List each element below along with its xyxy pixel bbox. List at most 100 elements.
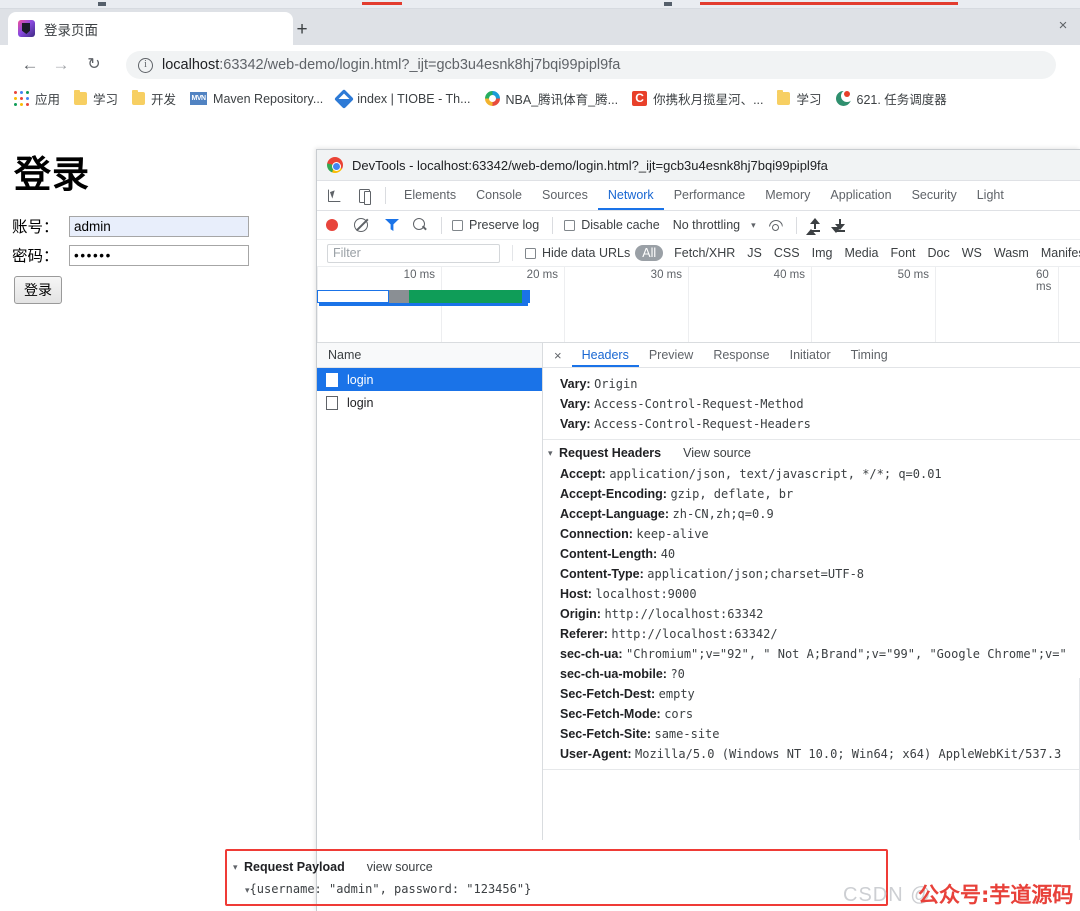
- header-value: Access-Control-Request-Method: [594, 397, 804, 411]
- bookmark-nba[interactable]: NBA_腾讯体育_腾...: [484, 89, 618, 108]
- request-payload-body: {username: "admin", password: "123456"}: [249, 882, 532, 896]
- header-value: localhost:9000: [595, 587, 697, 601]
- type-filter-font[interactable]: Font: [890, 246, 915, 260]
- close-icon[interactable]: ×: [1055, 18, 1071, 34]
- header-row: Sec-Fetch-Mode: cors: [543, 704, 1080, 724]
- inspect-element-icon[interactable]: [323, 184, 347, 208]
- search-icon[interactable]: [413, 218, 427, 232]
- tab-elements[interactable]: Elements: [394, 181, 466, 210]
- tab-performance[interactable]: Performance: [664, 181, 756, 210]
- type-filter-js[interactable]: JS: [747, 246, 762, 260]
- request-payload-title-row[interactable]: ▾ Request Payload view source: [228, 857, 888, 878]
- header-row: sec-ch-ua: "Chromium";v="92", " Not A;Br…: [543, 644, 1080, 664]
- chrome-logo-icon: [327, 157, 343, 173]
- password-label: 密码：: [12, 247, 59, 265]
- devtools-panel-tabs: Elements Console Sources Network Perform…: [317, 181, 1080, 211]
- tab-timing[interactable]: Timing: [841, 343, 898, 367]
- type-filter-ws[interactable]: WS: [962, 246, 982, 260]
- clear-icon[interactable]: [354, 218, 368, 232]
- type-filter-media[interactable]: Media: [844, 246, 878, 260]
- tab-security[interactable]: Security: [902, 181, 967, 210]
- devtools-window-title: DevTools - localhost:63342/web-demo/logi…: [352, 157, 828, 173]
- tab-headers[interactable]: Headers: [571, 343, 639, 367]
- tab-memory[interactable]: Memory: [755, 181, 820, 210]
- type-filter-img[interactable]: Img: [812, 246, 833, 260]
- request-payload-body-row[interactable]: ▾{username: "admin", password: "123456"}: [228, 878, 888, 896]
- record-button-icon[interactable]: [326, 219, 338, 231]
- new-tab-button[interactable]: +: [288, 16, 316, 44]
- bookmark-folder-study-1[interactable]: 学习: [74, 89, 118, 108]
- type-filter-doc[interactable]: Doc: [928, 246, 950, 260]
- disable-cache-checkbox[interactable]: [564, 219, 576, 231]
- import-har-icon[interactable]: [805, 218, 822, 235]
- type-filter-wasm[interactable]: Wasm: [994, 246, 1029, 260]
- tab-preview[interactable]: Preview: [639, 343, 703, 367]
- hide-data-urls-label[interactable]: Hide data URLs: [542, 246, 630, 260]
- tab-initiator[interactable]: Initiator: [780, 343, 841, 367]
- username-input[interactable]: [69, 215, 249, 237]
- header-row: Referer: http://localhost:63342/: [543, 624, 1080, 644]
- bookmark-label: Maven Repository...: [213, 91, 324, 106]
- bookmark-leetcode[interactable]: 621. 任务调度器: [835, 89, 947, 108]
- address-bar[interactable]: i localhost:63342/web-demo/login.html?_i…: [126, 51, 1056, 79]
- login-submit-button[interactable]: 登录: [14, 276, 62, 304]
- network-controls-toolbar: Preserve log Disable cache No throttling…: [317, 211, 1080, 240]
- header-row: Content-Length: 40: [543, 544, 1080, 564]
- header-key: Origin:: [560, 607, 601, 621]
- network-overview-timeline[interactable]: 10 ms 20 ms 30 ms 40 ms 50 ms 60 ms: [317, 267, 1080, 343]
- section-title: Request Payload: [244, 860, 345, 874]
- tab-sources[interactable]: Sources: [532, 181, 598, 210]
- tencent-sports-icon: [484, 91, 500, 106]
- bookmark-apps[interactable]: 应用: [14, 89, 60, 108]
- browser-tab[interactable]: 登录页面: [8, 12, 293, 45]
- chevron-down-icon[interactable]: ▾: [548, 448, 559, 459]
- bookmark-folder-study-2[interactable]: 学习: [777, 89, 822, 108]
- bookmark-maven[interactable]: MVN Maven Repository...: [190, 92, 323, 106]
- filter-icon[interactable]: [385, 219, 399, 231]
- site-info-icon[interactable]: i: [138, 57, 153, 73]
- bookmark-csdn[interactable]: C 你携秋月揽星河、...: [632, 89, 763, 108]
- tab-network[interactable]: Network: [597, 181, 664, 210]
- maven-icon: MVN: [190, 92, 208, 105]
- bookmark-folder-dev[interactable]: 开发: [132, 89, 176, 108]
- bookmark-tiobe[interactable]: index | TIOBE - Th...: [334, 88, 471, 109]
- export-har-icon[interactable]: [830, 218, 847, 233]
- password-input[interactable]: [69, 244, 249, 266]
- tab-response[interactable]: Response: [703, 343, 779, 367]
- document-icon: [326, 372, 338, 387]
- header-key: Accept-Language:: [560, 507, 670, 521]
- preserve-log-label[interactable]: Preserve log: [469, 218, 539, 232]
- bookmark-label: 学习: [796, 93, 822, 107]
- type-filter-fetch-xhr[interactable]: Fetch/XHR: [674, 246, 735, 260]
- reload-icon[interactable]: ↻: [82, 53, 106, 77]
- forward-icon[interactable]: →: [49, 53, 73, 77]
- hide-data-urls-checkbox[interactable]: [525, 247, 536, 259]
- header-key: Sec-Fetch-Mode:: [560, 707, 661, 721]
- header-key: Accept:: [560, 467, 606, 481]
- request-list-header: Name: [317, 343, 542, 368]
- chevron-down-icon[interactable]: ▾: [233, 862, 244, 873]
- type-filter-manifest[interactable]: Manifest: [1041, 246, 1080, 260]
- tab-lighthouse[interactable]: Light: [967, 181, 1014, 210]
- csdn-icon: C: [632, 91, 648, 106]
- filter-input[interactable]: [327, 243, 500, 263]
- tab-console[interactable]: Console: [466, 181, 532, 210]
- view-source-link[interactable]: view source: [367, 860, 433, 874]
- folder-icon: [777, 90, 791, 105]
- disable-cache-label[interactable]: Disable cache: [581, 218, 660, 232]
- preserve-log-checkbox[interactable]: [452, 219, 463, 231]
- table-row[interactable]: login: [317, 368, 542, 391]
- back-icon[interactable]: ←: [18, 53, 42, 77]
- header-row: sec-ch-ua-mobile: ?0: [543, 664, 1080, 684]
- view-source-link[interactable]: View source: [683, 446, 751, 460]
- close-icon[interactable]: ×: [554, 348, 562, 363]
- throttling-select[interactable]: No throttling: [673, 218, 740, 232]
- network-conditions-icon[interactable]: [769, 219, 784, 232]
- chevron-down-icon[interactable]: ▾: [751, 220, 756, 231]
- tab-application[interactable]: Application: [820, 181, 901, 210]
- device-toolbar-icon[interactable]: [353, 184, 377, 208]
- request-headers-section-title[interactable]: ▾ Request Headers View source: [543, 443, 1080, 464]
- type-filter-all[interactable]: All: [635, 245, 664, 261]
- table-row[interactable]: login: [317, 391, 542, 414]
- type-filter-css[interactable]: CSS: [774, 246, 800, 260]
